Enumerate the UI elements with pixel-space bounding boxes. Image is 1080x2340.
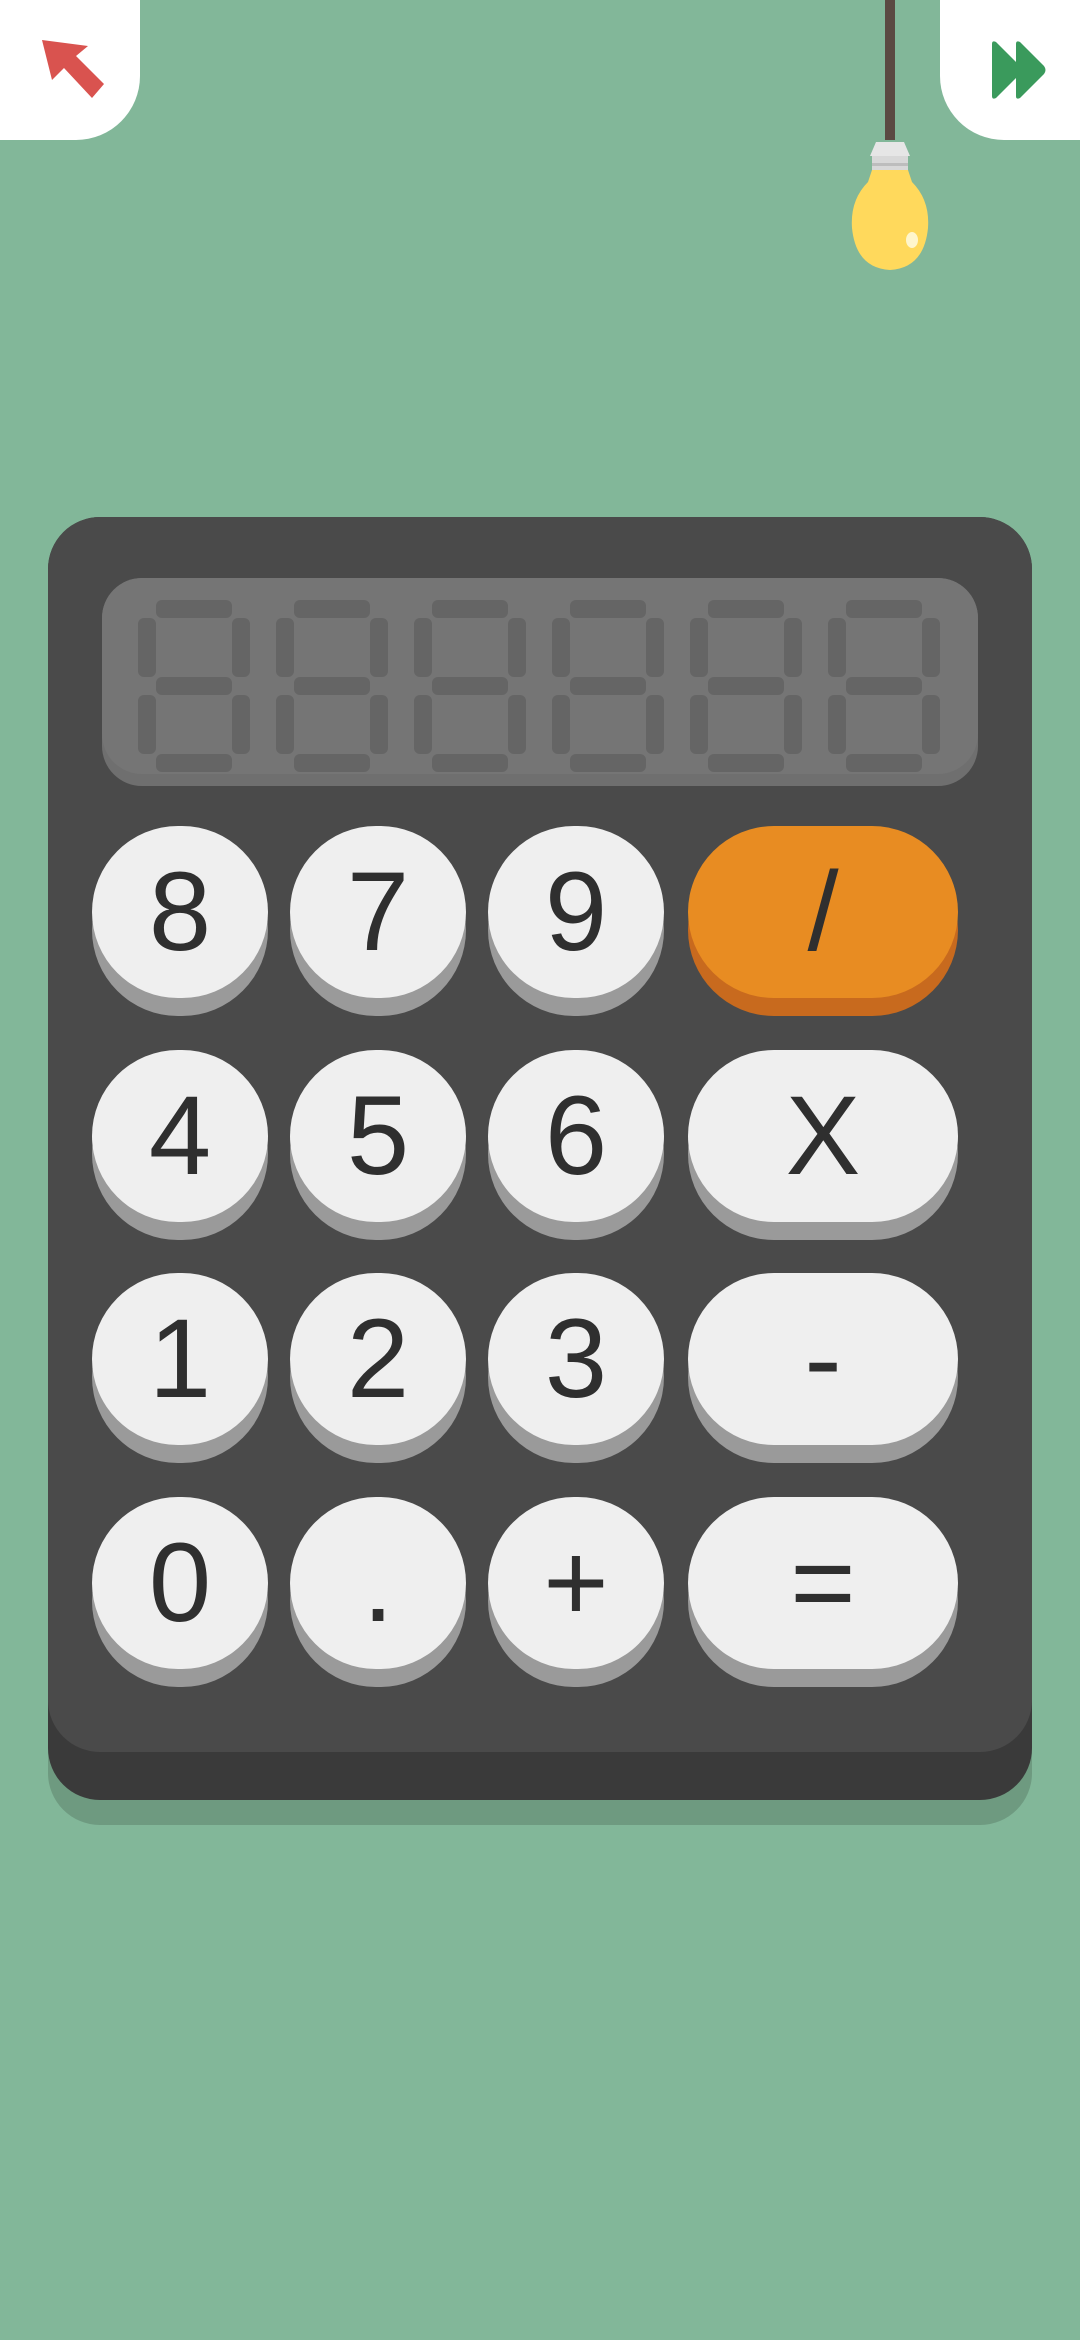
digit-segment xyxy=(846,754,922,772)
display-digit xyxy=(552,600,664,772)
digit-segment xyxy=(276,695,294,754)
digit-segment xyxy=(552,695,570,754)
digit-segment xyxy=(156,600,232,618)
key-label: 9 xyxy=(488,826,664,998)
digit-segment xyxy=(508,618,526,677)
key-2-button[interactable]: 2 xyxy=(290,1273,466,1463)
digit-segment xyxy=(708,600,784,618)
fast-forward-icon xyxy=(992,41,1046,99)
digit-segment xyxy=(232,618,250,677)
key-label: - xyxy=(688,1273,958,1445)
skip-level-button[interactable] xyxy=(940,0,1080,140)
digit-segment xyxy=(922,695,940,754)
key-subtract-button[interactable]: - xyxy=(688,1273,958,1463)
digit-segment xyxy=(828,618,846,677)
hint-light-bulb[interactable] xyxy=(840,0,940,280)
key-divide-button[interactable]: / xyxy=(688,826,958,1016)
digit-segment xyxy=(570,754,646,772)
key-label: 4 xyxy=(92,1050,268,1222)
key-add-button[interactable]: + xyxy=(488,1497,664,1687)
digit-segment xyxy=(294,677,370,695)
digit-segment xyxy=(846,600,922,618)
arrow-up-left-icon xyxy=(42,40,104,98)
key-label: 7 xyxy=(290,826,466,998)
display-digit xyxy=(414,600,526,772)
digit-segment xyxy=(570,677,646,695)
key-label: / xyxy=(688,826,958,998)
key-equals-button[interactable]: = xyxy=(688,1497,958,1687)
digit-segment xyxy=(432,600,508,618)
key-8-button[interactable]: 8 xyxy=(92,826,268,1016)
key-label: = xyxy=(688,1497,958,1669)
digit-segment xyxy=(432,754,508,772)
digit-segment xyxy=(432,677,508,695)
digit-segment xyxy=(138,618,156,677)
digit-segment xyxy=(370,695,388,754)
key-label: 6 xyxy=(488,1050,664,1222)
key-label: . xyxy=(290,1497,466,1669)
digit-segment xyxy=(828,695,846,754)
key-3-button[interactable]: 3 xyxy=(488,1273,664,1463)
key-7-button[interactable]: 7 xyxy=(290,826,466,1016)
digit-segment xyxy=(846,677,922,695)
key-6-button[interactable]: 6 xyxy=(488,1050,664,1240)
key-5-button[interactable]: 5 xyxy=(290,1050,466,1240)
key-label: 2 xyxy=(290,1273,466,1445)
key-decimal-button[interactable]: . xyxy=(290,1497,466,1687)
key-label: 8 xyxy=(92,826,268,998)
display-digit xyxy=(276,600,388,772)
key-label: 5 xyxy=(290,1050,466,1222)
digit-segment xyxy=(508,695,526,754)
key-multiply-button[interactable]: X xyxy=(688,1050,958,1240)
calculator-display xyxy=(102,578,978,786)
key-0-button[interactable]: 0 xyxy=(92,1497,268,1687)
seven-segment-digits xyxy=(138,600,940,772)
key-label: X xyxy=(688,1050,958,1222)
digit-segment xyxy=(784,618,802,677)
digit-segment xyxy=(232,695,250,754)
digit-segment xyxy=(784,695,802,754)
digit-segment xyxy=(708,754,784,772)
digit-segment xyxy=(414,618,432,677)
key-4-button[interactable]: 4 xyxy=(92,1050,268,1240)
key-9-button[interactable]: 9 xyxy=(488,826,664,1016)
digit-segment xyxy=(156,754,232,772)
digit-segment xyxy=(570,600,646,618)
back-button[interactable] xyxy=(0,0,140,140)
digit-segment xyxy=(922,618,940,677)
digit-segment xyxy=(370,618,388,677)
digit-segment xyxy=(294,754,370,772)
digit-segment xyxy=(646,618,664,677)
digit-segment xyxy=(156,677,232,695)
digit-segment xyxy=(414,695,432,754)
key-label: + xyxy=(488,1497,664,1669)
display-digit xyxy=(828,600,940,772)
key-label: 3 xyxy=(488,1273,664,1445)
digit-segment xyxy=(276,618,294,677)
digit-segment xyxy=(138,695,156,754)
display-digit xyxy=(138,600,250,772)
digit-segment xyxy=(646,695,664,754)
key-label: 0 xyxy=(92,1497,268,1669)
digit-segment xyxy=(552,618,570,677)
key-label: 1 xyxy=(92,1273,268,1445)
digit-segment xyxy=(294,600,370,618)
digit-segment xyxy=(708,677,784,695)
key-1-button[interactable]: 1 xyxy=(92,1273,268,1463)
display-digit xyxy=(690,600,802,772)
digit-segment xyxy=(690,695,708,754)
light-bulb-icon xyxy=(851,0,929,270)
digit-segment xyxy=(690,618,708,677)
